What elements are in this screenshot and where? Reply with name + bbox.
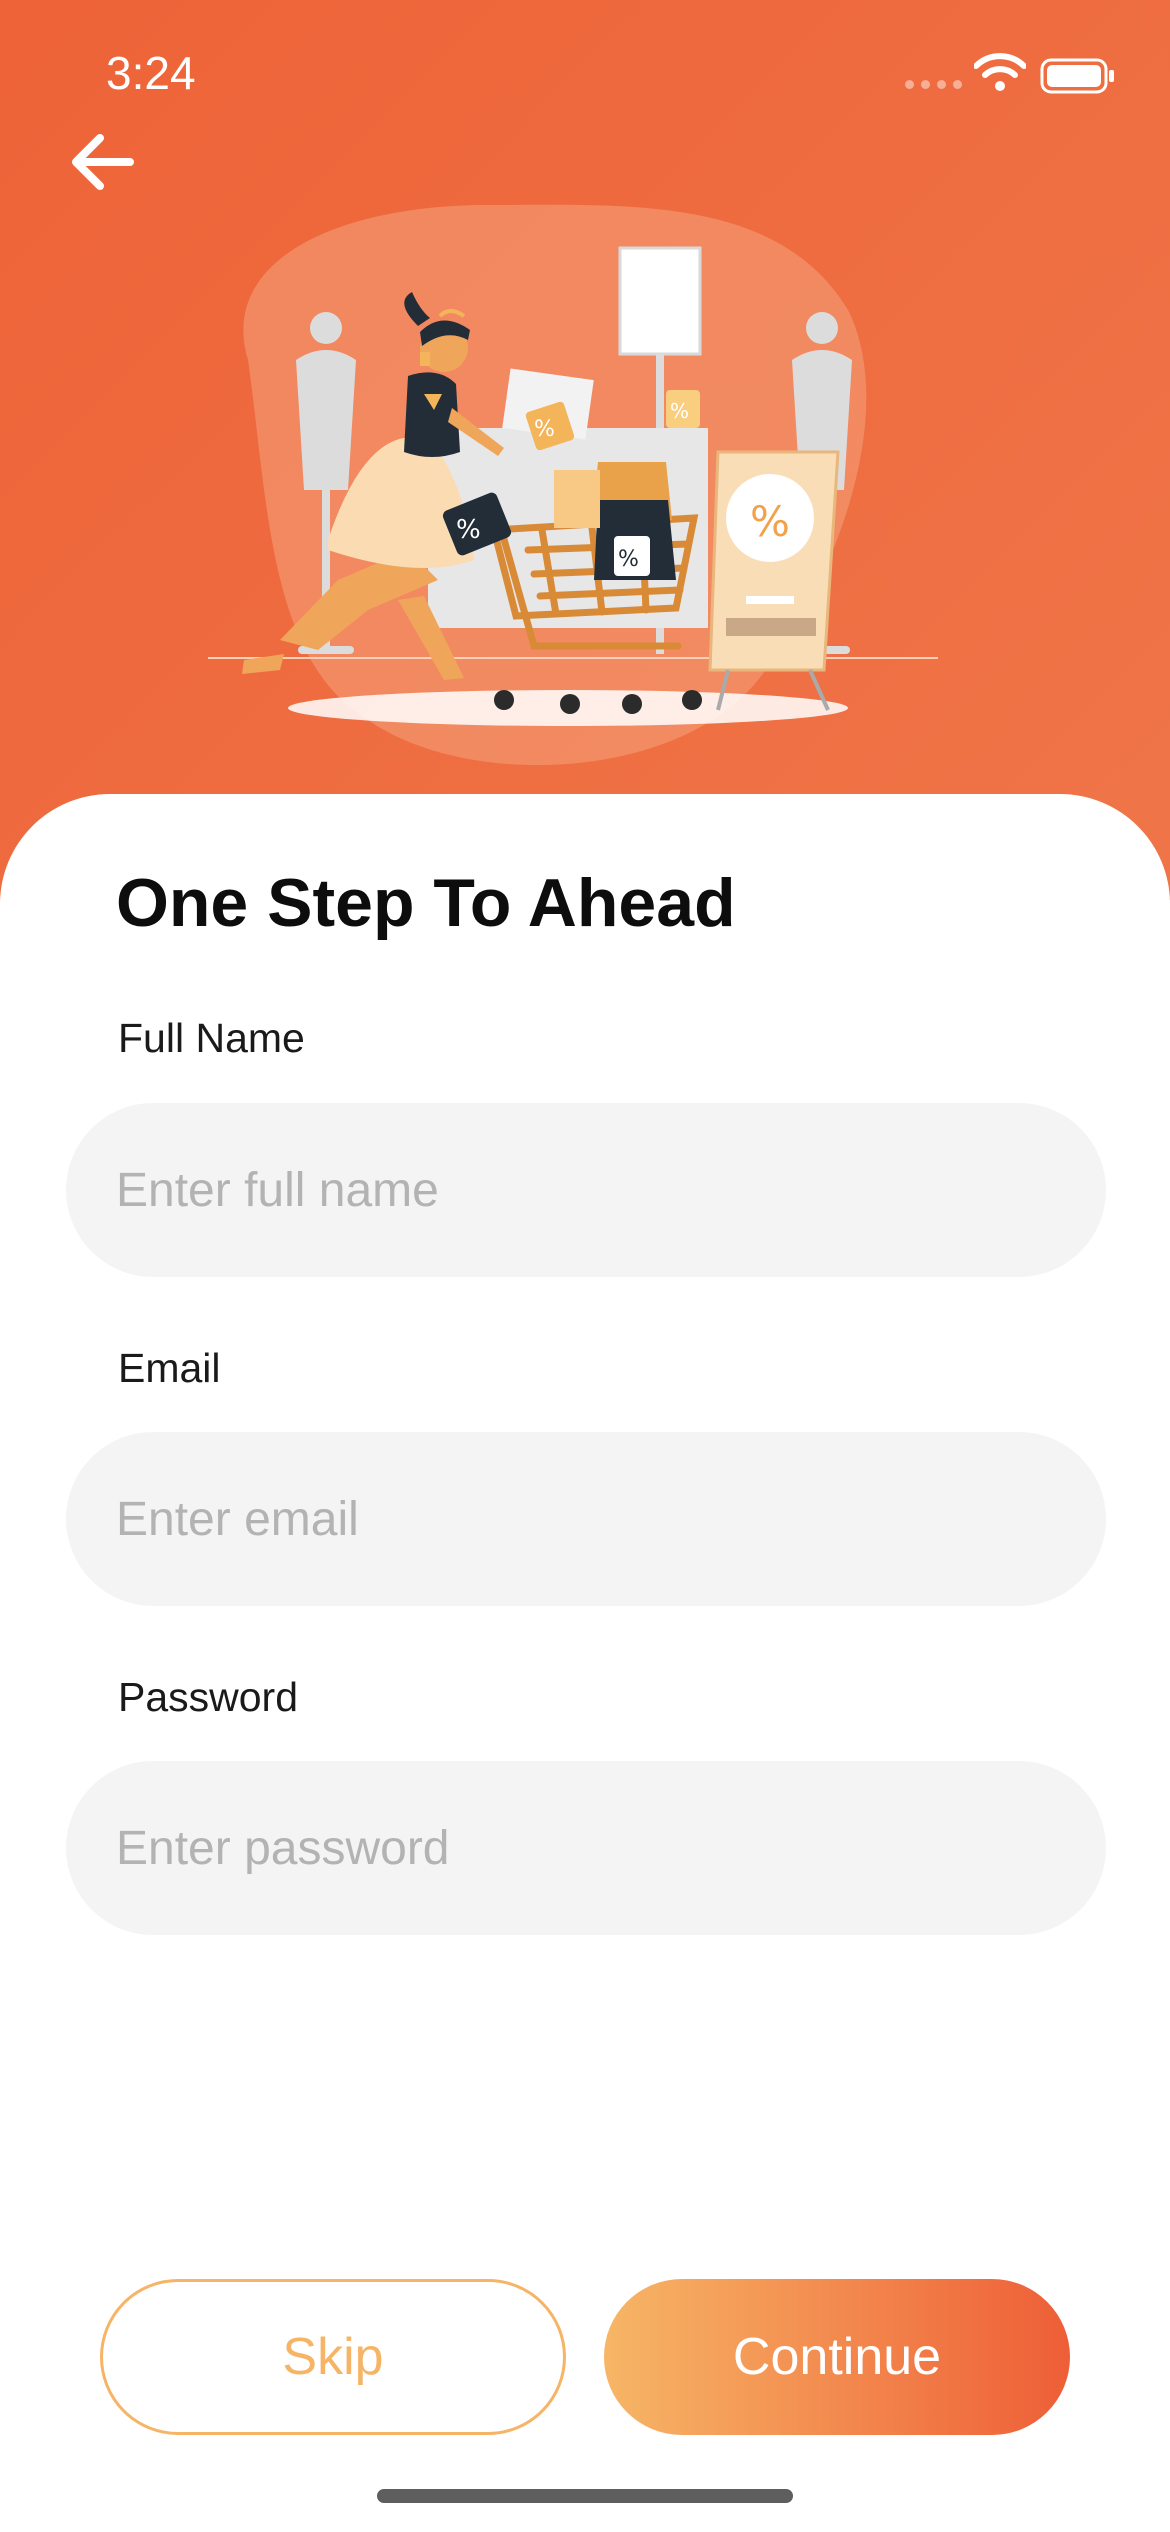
email-input[interactable]: Enter email (66, 1432, 1106, 1606)
email-label: Email (118, 1345, 221, 1391)
full-name-label: Full Name (118, 1015, 305, 1061)
full-name-input[interactable]: Enter full name (66, 1103, 1106, 1277)
skip-button[interactable]: Skip (100, 2279, 566, 2435)
battery-icon (1040, 58, 1114, 94)
page-title: One Step To Ahead (116, 865, 736, 941)
arrow-left-icon[interactable] (66, 132, 136, 192)
svg-text:%: % (618, 547, 639, 572)
cellular-signal-icon (905, 80, 962, 89)
continue-button[interactable]: Continue (604, 2279, 1070, 2435)
password-label: Password (118, 1674, 299, 1720)
home-indicator (377, 2489, 793, 2503)
svg-text:%: % (750, 497, 790, 546)
shopping-woman-cart-illustration: % % % % % (208, 204, 938, 766)
svg-text:%: % (670, 399, 689, 423)
svg-text:%: % (456, 515, 481, 545)
password-input[interactable]: Enter password (66, 1761, 1106, 1935)
status-time: 3:24 (106, 47, 196, 99)
svg-text:%: % (534, 417, 555, 442)
wifi-icon (974, 53, 1026, 91)
